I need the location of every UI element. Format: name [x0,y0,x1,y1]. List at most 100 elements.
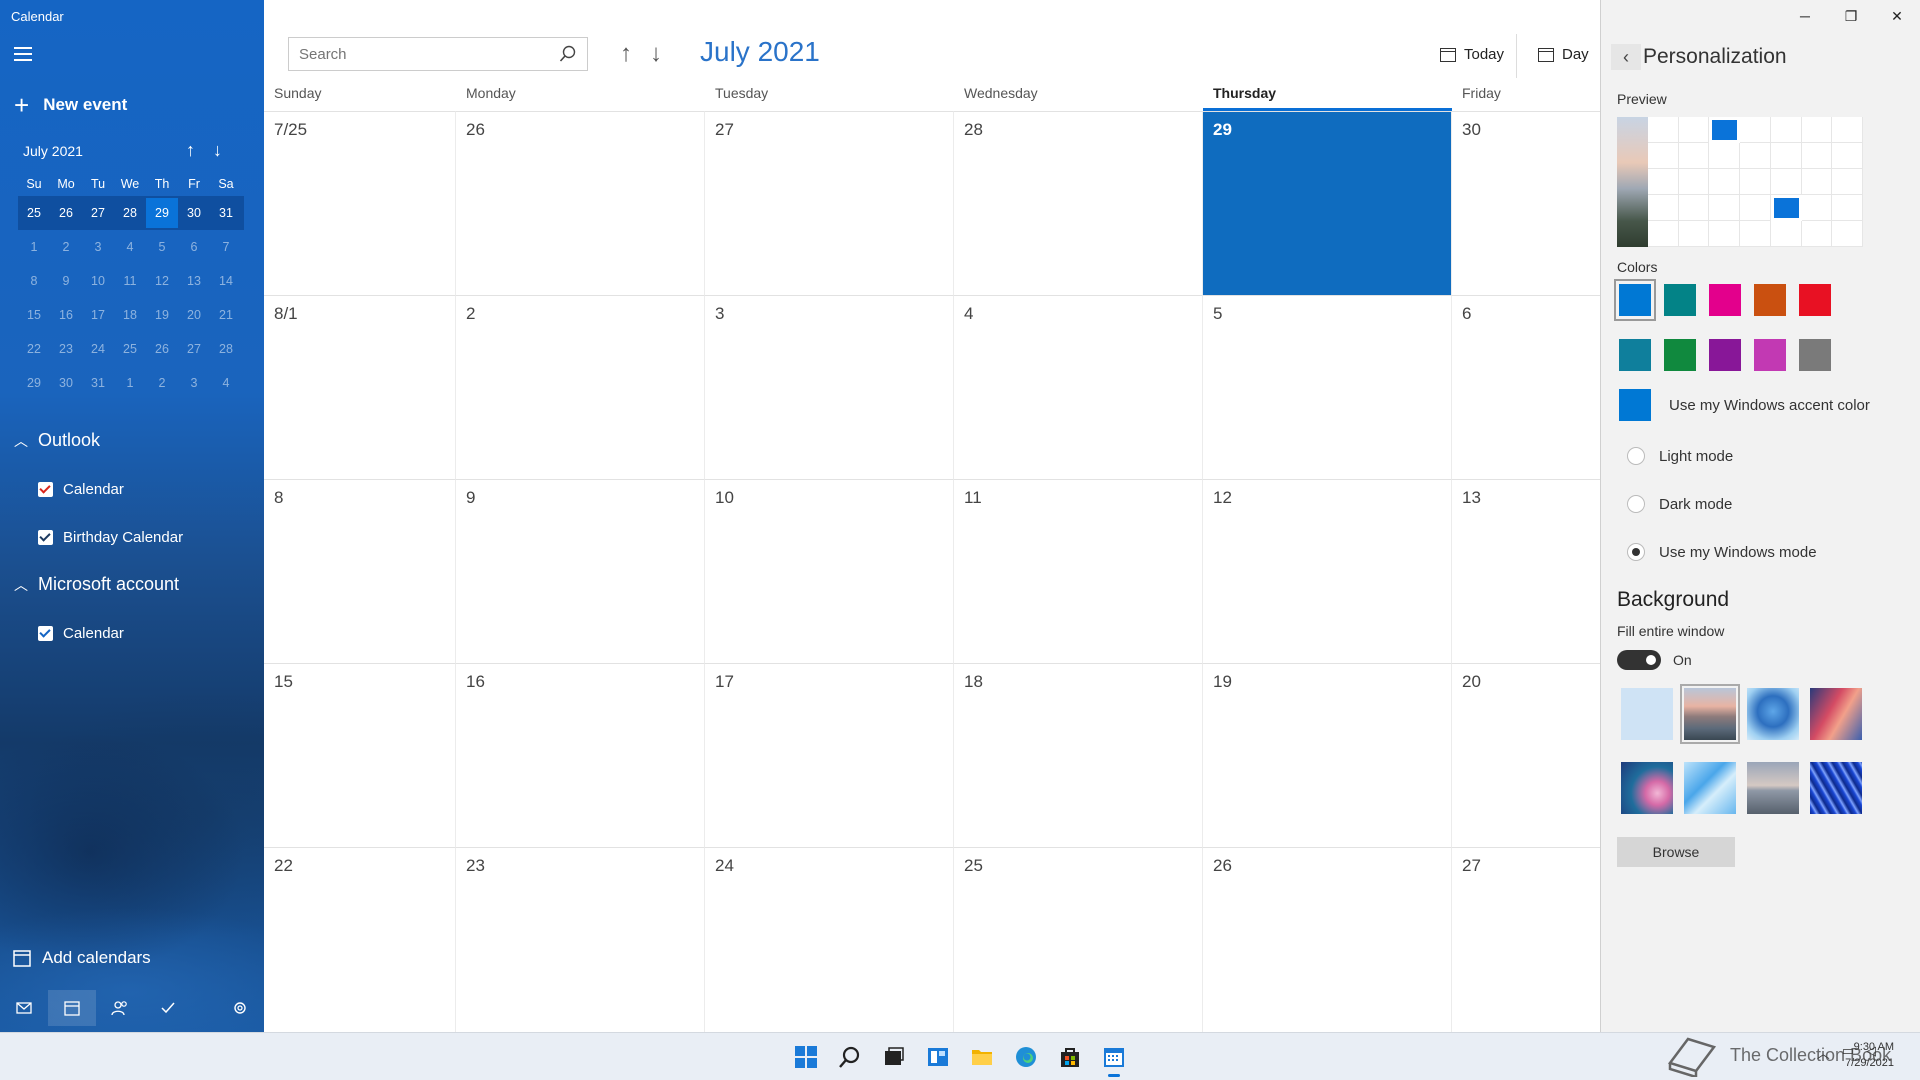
mini-calendar-day[interactable]: 16 [50,308,82,322]
mail-icon[interactable] [0,990,48,1026]
checkbox-icon[interactable] [38,482,53,497]
mini-calendar-day[interactable]: 25 [114,342,146,356]
mini-calendar-day[interactable]: 20 [178,308,210,322]
day-cell[interactable]: 22 [264,847,456,1036]
store-icon[interactable] [1054,1041,1086,1073]
mini-calendar-day[interactable]: 6 [178,240,210,254]
day-cell[interactable]: 10 [705,479,954,663]
day-cell[interactable]: 24 [705,847,954,1036]
calendar-item-microsoft-calendar[interactable]: Calendar [38,625,124,642]
day-cell[interactable]: 4 [954,295,1203,479]
mini-calendar-day[interactable]: 29 [18,376,50,390]
mini-calendar-day[interactable]: 14 [210,274,242,288]
mini-calendar-day[interactable]: 21 [210,308,242,322]
next-arrow-icon[interactable]: ↓ [650,40,662,68]
task-view-icon[interactable] [878,1041,910,1073]
edge-browser-icon[interactable] [1010,1041,1042,1073]
previous-arrow-icon[interactable]: ↑ [620,40,632,68]
month-title[interactable]: July 2021 [700,36,820,68]
color-swatch[interactable] [1614,279,1656,321]
todo-check-icon[interactable] [144,990,192,1026]
mini-calendar-day[interactable]: 18 [114,308,146,322]
search-box[interactable] [288,37,588,71]
color-swatch[interactable] [1664,339,1696,371]
windows-accent-color-option[interactable]: Use my Windows accent color [1619,389,1870,421]
day-cell[interactable]: 9 [456,479,705,663]
color-swatch[interactable] [1799,339,1831,371]
mini-calendar-day[interactable]: 12 [146,274,178,288]
mini-calendar-day[interactable]: 26 [146,342,178,356]
background-thumbnail-plain[interactable] [1621,688,1673,740]
hamburger-menu-icon[interactable] [14,47,32,61]
day-cell[interactable]: 8 [264,479,456,663]
day-cell-today[interactable]: 29 [1203,111,1452,295]
color-swatch[interactable] [1799,284,1831,316]
day-cell[interactable]: 19 [1203,663,1452,847]
day-cell[interactable]: 3 [705,295,954,479]
day-cell[interactable]: 28 [954,111,1203,295]
mini-calendar-day[interactable]: 8 [18,274,50,288]
mini-calendar-day[interactable]: 13 [178,274,210,288]
background-thumbnail-ice[interactable] [1684,762,1736,814]
mini-calendar-day[interactable]: 31 [82,376,114,390]
background-thumbnail-canyon[interactable] [1810,688,1862,740]
mini-calendar-next-arrow-icon[interactable]: ↓ [213,140,222,161]
day-cell[interactable]: 17 [705,663,954,847]
light-mode-radio[interactable]: Light mode [1627,447,1733,465]
mini-calendar-day[interactable]: 7 [210,240,242,254]
color-swatch[interactable] [1709,284,1741,316]
accent-color-swatch[interactable] [1619,389,1651,421]
background-thumbnail-blue-lines[interactable] [1810,762,1862,814]
day-cell[interactable]: 12 [1203,479,1452,663]
calendar-item-birthday-calendar[interactable]: Birthday Calendar [38,529,183,546]
day-cell[interactable]: 16 [456,663,705,847]
settings-gear-icon[interactable] [216,990,264,1026]
color-swatch[interactable] [1754,284,1786,316]
mini-calendar-day[interactable]: 25 [18,206,50,220]
mini-calendar-month[interactable]: July 2021 [23,143,83,159]
day-cell[interactable]: 5 [1203,295,1452,479]
mini-calendar-day[interactable]: 5 [146,240,178,254]
day-cell[interactable]: 26 [1203,847,1452,1036]
mini-calendar-day[interactable]: 23 [50,342,82,356]
mini-calendar-prev-arrow-icon[interactable]: ↑ [186,140,195,161]
today-button[interactable]: Today [1440,46,1504,63]
windows-mode-radio[interactable]: Use my Windows mode [1627,543,1817,561]
background-thumbnail-blue-tree[interactable] [1747,688,1799,740]
calendar-app-icon[interactable] [1098,1041,1130,1077]
mini-calendar-day[interactable]: 2 [50,240,82,254]
mini-calendar-day[interactable]: 17 [82,308,114,322]
mini-calendar-day[interactable]: 27 [82,206,114,220]
radio-button-selected[interactable] [1627,543,1645,561]
mini-calendar-day[interactable]: 24 [82,342,114,356]
search-icon[interactable] [559,45,577,63]
mini-calendar-day[interactable]: 3 [178,376,210,390]
account-header-microsoft[interactable]: ︿ Microsoft account [14,574,179,595]
mini-calendar-day[interactable]: 10 [82,274,114,288]
day-cell[interactable]: 7/25 [264,111,456,295]
file-explorer-icon[interactable] [966,1041,998,1073]
day-cell[interactable]: 18 [954,663,1203,847]
mini-calendar-today[interactable]: 29 [146,198,178,228]
add-calendars-button[interactable]: Add calendars [12,948,151,968]
mini-calendar-day[interactable]: 4 [210,376,242,390]
radio-button[interactable] [1627,495,1645,513]
back-chevron-icon[interactable]: ‹ [1611,44,1641,70]
dark-mode-radio[interactable]: Dark mode [1627,495,1732,513]
mini-calendar-day[interactable]: 19 [146,308,178,322]
new-event-button[interactable]: + New event [14,92,127,118]
mini-calendar-day[interactable]: 2 [146,376,178,390]
radio-button[interactable] [1627,447,1645,465]
mini-calendar-day[interactable]: 1 [114,376,146,390]
background-thumbnail-lake[interactable] [1747,762,1799,814]
day-cell[interactable]: 11 [954,479,1203,663]
mini-calendar-day[interactable]: 4 [114,240,146,254]
restore-icon[interactable]: ❐ [1828,0,1874,32]
day-cell[interactable]: 26 [456,111,705,295]
color-swatch[interactable] [1664,284,1696,316]
mini-calendar-day[interactable]: 22 [18,342,50,356]
mini-calendar-day[interactable]: 11 [114,274,146,288]
close-icon[interactable]: ✕ [1874,0,1920,32]
minimize-icon[interactable]: ─ [1782,0,1828,32]
background-thumbnail-abstract-pink[interactable] [1621,762,1673,814]
